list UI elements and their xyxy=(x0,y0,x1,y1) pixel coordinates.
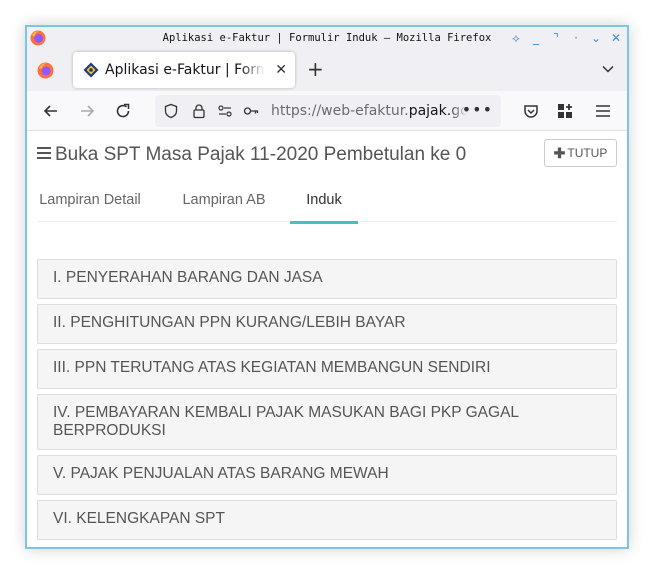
close-button[interactable]: ✚ TUTUP xyxy=(544,139,617,167)
tab-label: Lampiran Detail xyxy=(39,192,141,208)
lock-icon[interactable] xyxy=(191,103,207,119)
hamburger-icon[interactable] xyxy=(37,147,51,159)
dgt-logo-icon xyxy=(83,62,99,78)
tab-lampiran-ab[interactable]: Lampiran AB xyxy=(169,182,279,222)
plus-icon: ✚ xyxy=(553,144,566,161)
forward-icon[interactable] xyxy=(77,101,97,121)
shade-icon[interactable]: ⌄ xyxy=(589,31,603,45)
window-menu-icon[interactable]: ⟡ xyxy=(509,31,523,45)
dot-icon[interactable]: · xyxy=(569,31,583,45)
page-title: Buka SPT Masa Pajak 11-2020 Pembetulan k… xyxy=(55,144,467,165)
browser-tab[interactable]: Aplikasi e-Faktur | Formulir Induk ✕ xyxy=(73,52,295,88)
section-pembayaran-kembali[interactable]: IV. PEMBAYARAN KEMBALI PAJAK MASUKAN BAG… xyxy=(37,394,617,450)
tab-lampiran-detail[interactable]: Lampiran Detail xyxy=(37,182,143,222)
permissions-icon[interactable] xyxy=(217,103,233,119)
maximize-icon[interactable]: ⌝ xyxy=(549,31,563,45)
shield-icon[interactable] xyxy=(163,103,179,119)
window-titlebar[interactable]: Aplikasi e-Faktur | Formulir Induk — Moz… xyxy=(27,27,627,49)
section-kelengkapan[interactable]: VI. KELENGKAPAN SPT xyxy=(37,500,617,540)
form-tabs: Lampiran Detail Lampiran AB Induk xyxy=(37,182,617,224)
section-ppn-membangun[interactable]: III. PPN TERUTANG ATAS KEGIATAN MEMBANGU… xyxy=(37,349,617,389)
section-penghitungan[interactable]: II. PENGHITUNGAN PPN KURANG/LEBIH BAYAR xyxy=(37,304,617,344)
page-content: Buka SPT Masa Pajak 11-2020 Pembetulan k… xyxy=(27,132,627,547)
reload-icon[interactable] xyxy=(113,101,133,121)
tab-label: Lampiran AB xyxy=(182,192,266,208)
key-icon[interactable] xyxy=(243,103,259,119)
menu-icon[interactable] xyxy=(593,101,613,121)
new-tab-icon[interactable]: + xyxy=(307,59,324,79)
section-ppnbm[interactable]: V. PAJAK PENJUALAN ATAS BARANG MEWAH xyxy=(37,455,617,495)
url-domain: pajak.go.id xyxy=(408,103,467,119)
browser-window: Aplikasi e-Faktur | Formulir Induk — Moz… xyxy=(25,25,629,549)
close-button-label: TUTUP xyxy=(567,146,608,160)
active-tab-indicator xyxy=(290,221,358,224)
url-bar[interactable]: https://web-efaktur.pajak.go.id ••• xyxy=(155,95,501,127)
extensions-icon[interactable] xyxy=(555,101,575,121)
tab-bar: Aplikasi e-Faktur | Formulir Induk ✕ + xyxy=(27,49,627,91)
close-tab-icon[interactable]: ✕ xyxy=(275,62,287,78)
tab-induk[interactable]: Induk xyxy=(290,182,358,224)
navigation-toolbar: https://web-efaktur.pajak.go.id ••• xyxy=(27,91,627,131)
tab-label: Induk xyxy=(306,192,342,208)
url-prefix: https://web-efaktur. xyxy=(271,103,409,119)
url-text[interactable]: https://web-efaktur.pajak.go.id xyxy=(271,95,467,127)
pocket-icon[interactable] xyxy=(521,101,541,121)
tab-title: Aplikasi e-Faktur | Formulir Induk xyxy=(105,62,265,78)
close-window-icon[interactable]: ✕ xyxy=(609,31,623,45)
minimize-icon[interactable]: _ xyxy=(529,31,543,45)
section-penyerahan[interactable]: I. PENYERAHAN BARANG DAN JASA xyxy=(37,259,617,299)
back-icon[interactable] xyxy=(41,101,61,121)
firefox-view-icon[interactable] xyxy=(37,62,54,79)
chevron-down-icon[interactable] xyxy=(601,62,615,76)
page-actions-icon[interactable]: ••• xyxy=(462,95,493,125)
